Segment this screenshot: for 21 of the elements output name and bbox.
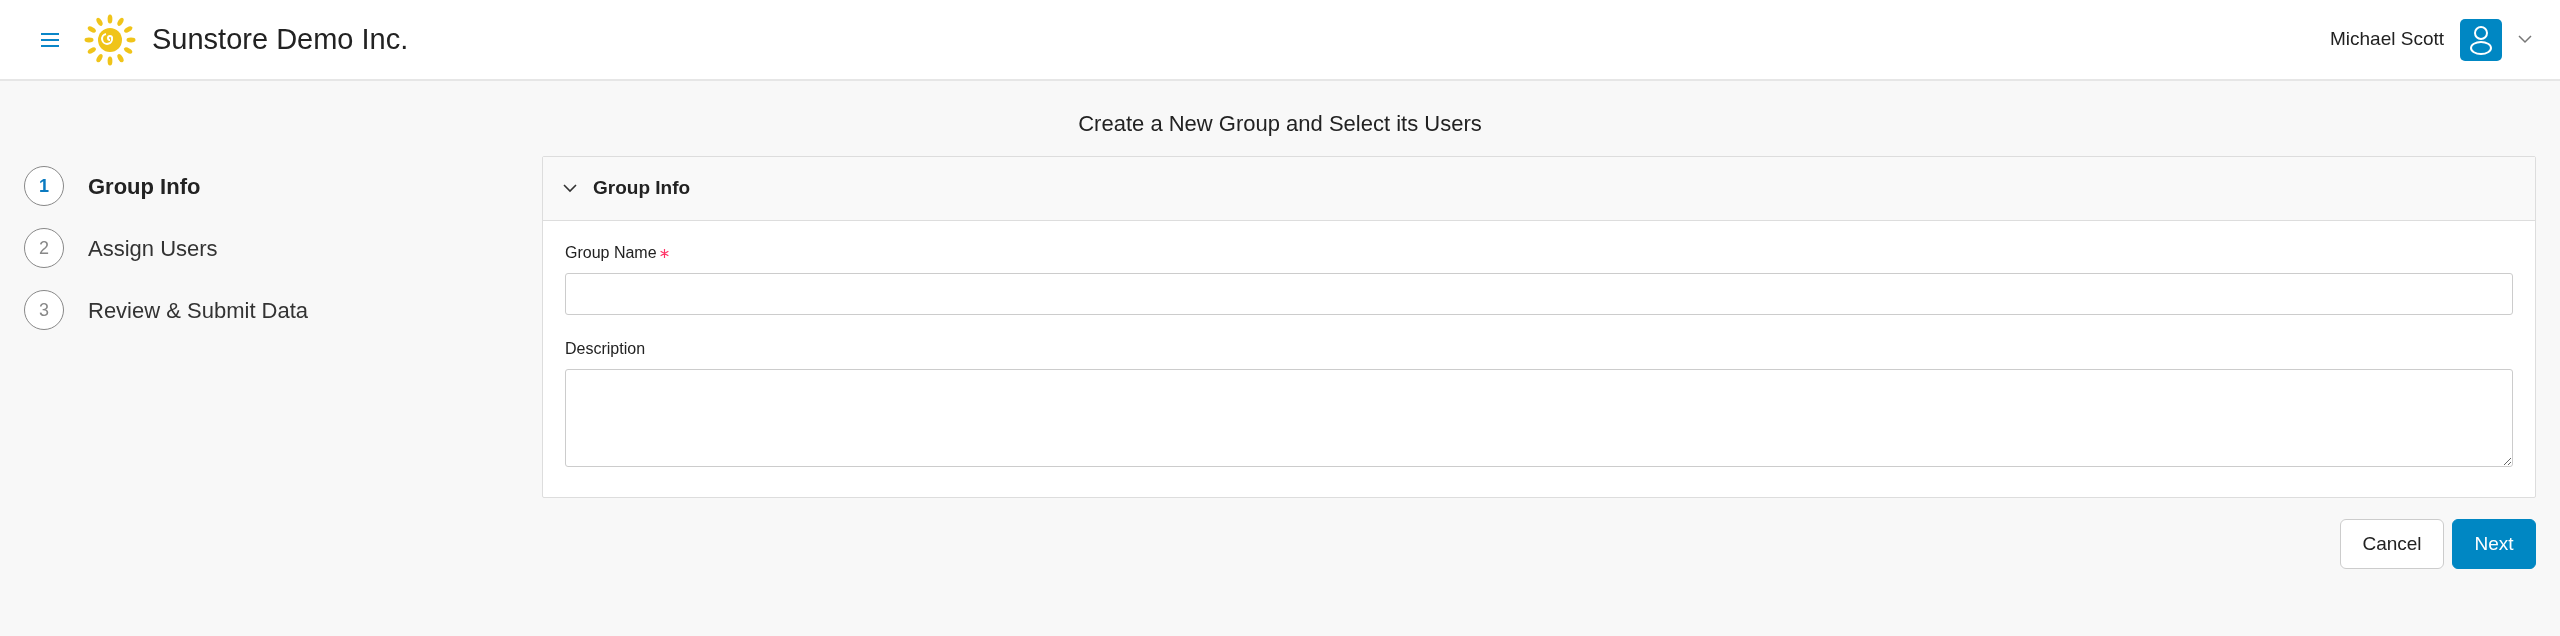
step-number[interactable]: 2 — [24, 228, 64, 268]
next-button[interactable]: Next — [2452, 519, 2536, 569]
chevron-icon[interactable] — [563, 184, 577, 193]
user-avatar-icon[interactable] — [2460, 18, 2502, 61]
step-label[interactable]: Group Info — [88, 169, 201, 203]
step-label[interactable]: Review & Submit Data — [88, 293, 309, 327]
textarea-field[interactable] — [565, 369, 2513, 467]
cancel-button[interactable]: Cancel — [2340, 519, 2444, 569]
page-title: Create a New Group and Select its Users — [1078, 110, 1482, 138]
sun-logo-icon — [84, 13, 136, 66]
brand-name: Sunstore Demo Inc. — [152, 21, 409, 57]
step-number[interactable]: 3 — [24, 290, 64, 330]
input-field[interactable] — [565, 273, 2513, 315]
menu-icon[interactable] — [40, 31, 60, 48]
chevron-down-icon[interactable] — [2518, 35, 2532, 44]
step-number[interactable]: 1 — [24, 166, 64, 206]
field-label: Description — [565, 339, 646, 359]
field-label: Group Name — [565, 243, 657, 263]
step-label[interactable]: Assign Users — [88, 231, 218, 265]
panel-title: Group Info — [593, 176, 691, 201]
user-name[interactable]: Michael Scott — [2329, 25, 2444, 54]
